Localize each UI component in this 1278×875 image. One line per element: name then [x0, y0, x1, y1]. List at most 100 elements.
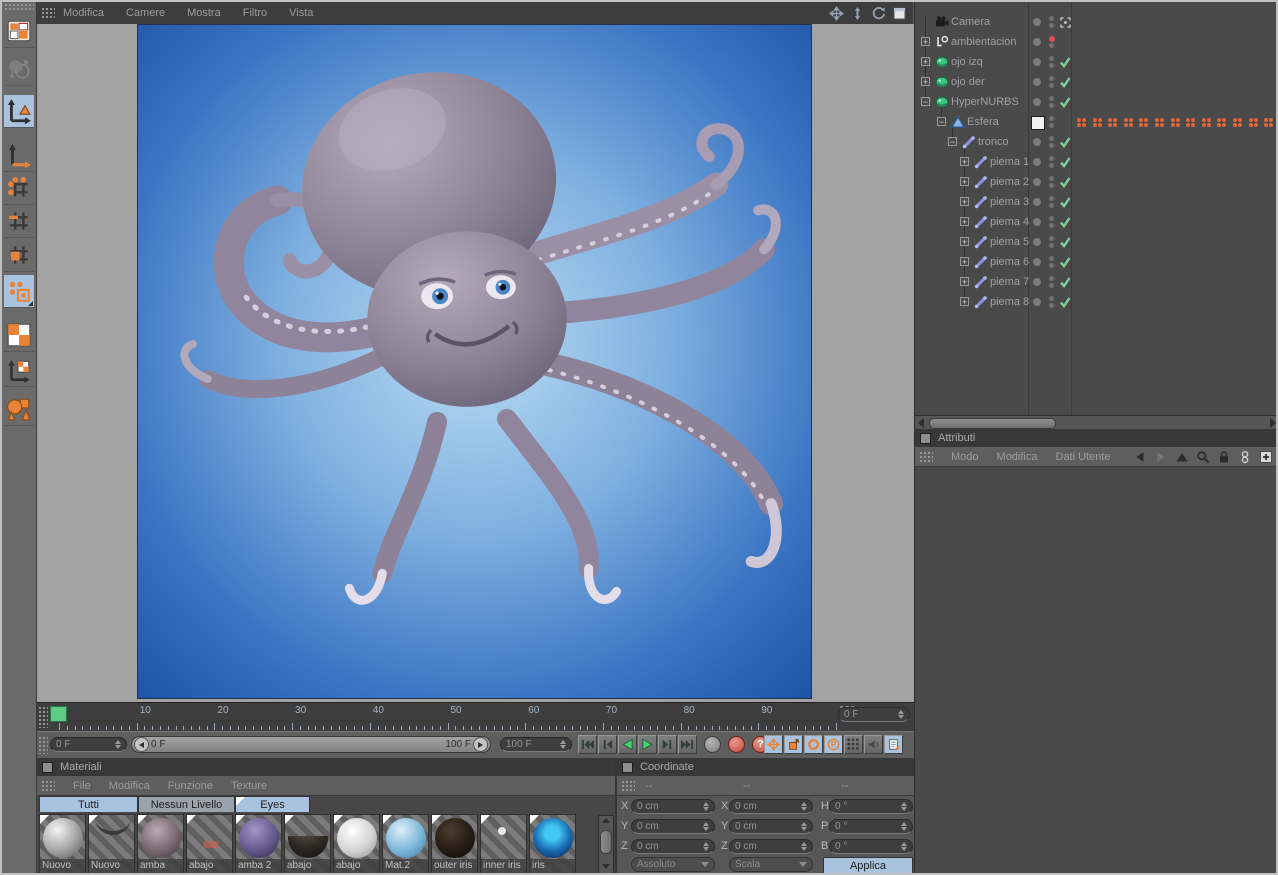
timeline-frame-field[interactable]: 0 F [838, 707, 910, 722]
object-label[interactable]: tronco [978, 136, 1009, 148]
layer-dot[interactable] [1033, 278, 1041, 286]
visibility-dot-bottom[interactable] [1049, 143, 1054, 148]
tool-use-object-axis-tool[interactable] [4, 139, 34, 172]
keyframe-dot[interactable] [1082, 118, 1086, 122]
maximize-icon[interactable] [892, 6, 907, 21]
coord-field-p2[interactable]: 0 ° [829, 819, 913, 834]
timeline-drag-handle[interactable] [38, 706, 48, 728]
visibility-dot-bottom[interactable] [1049, 183, 1054, 188]
visibility-dot-top[interactable] [1049, 196, 1054, 201]
visibility-dot-top[interactable] [1049, 16, 1054, 21]
visibility-dot-top[interactable] [1049, 136, 1054, 141]
expand-toggle[interactable]: + [921, 37, 930, 46]
keyframe-dot[interactable] [1186, 118, 1190, 122]
key-parameter-toggle[interactable]: P [824, 735, 843, 754]
keyframe-dot[interactable] [1077, 123, 1081, 127]
visibility-dot-top[interactable] [1049, 296, 1054, 301]
spinner-arrows[interactable] [801, 822, 807, 831]
keyframe-dot[interactable] [1171, 123, 1175, 127]
spinner-arrows[interactable] [801, 842, 807, 851]
enabled-check-icon[interactable] [1059, 76, 1072, 89]
coord-field-y1[interactable]: 0 cm [729, 819, 813, 834]
keyframe-dot[interactable] [1171, 118, 1175, 122]
object-label[interactable]: piema 6 [990, 256, 1029, 268]
layer-dot[interactable] [1033, 18, 1041, 26]
object-label[interactable]: ojo izq [951, 56, 983, 68]
go-end-button[interactable] [678, 735, 697, 754]
keyframe-dot[interactable] [1098, 118, 1102, 122]
expand-toggle[interactable]: + [960, 177, 969, 186]
mat-menu-texture[interactable]: Texture [231, 780, 267, 792]
object-label[interactable]: Esfera [967, 116, 999, 128]
spinner-arrows[interactable] [901, 822, 907, 831]
expand-toggle[interactable]: + [960, 257, 969, 266]
tool-use-edge-tool[interactable] [4, 205, 34, 238]
enabled-check-icon[interactable] [1059, 256, 1072, 269]
visibility-dot-bottom[interactable] [1049, 23, 1054, 28]
expand-toggle[interactable]: + [960, 197, 969, 206]
object-label[interactable]: piema 7 [990, 276, 1029, 288]
material-abajo[interactable]: abajo [186, 814, 233, 874]
apply-button[interactable]: Applica [823, 857, 913, 875]
layer-dot[interactable] [1033, 38, 1041, 46]
attr-menu-modo[interactable]: Modo [951, 451, 979, 463]
link-icon[interactable] [1238, 450, 1252, 464]
keyframe-dot[interactable] [1155, 123, 1159, 127]
tool-object-display-mode[interactable] [4, 393, 34, 426]
keyframe-dot[interactable] [1222, 123, 1226, 127]
keyframe-dot[interactable] [1113, 123, 1117, 127]
keyframe-dot[interactable] [1238, 118, 1242, 122]
layer-dot[interactable] [1033, 78, 1041, 86]
add-icon[interactable] [1259, 450, 1273, 464]
layer-dot[interactable] [1033, 98, 1041, 106]
object-label[interactable]: ojo der [951, 76, 985, 88]
coords-scale-select[interactable]: Scala [729, 857, 813, 872]
forward-icon[interactable] [1154, 450, 1168, 464]
expand-toggle[interactable]: + [960, 277, 969, 286]
visibility-dot-bottom[interactable] [1049, 283, 1054, 288]
visibility-dot-top[interactable] [1049, 276, 1054, 281]
keyframe-dot[interactable] [1160, 123, 1164, 127]
object-label[interactable]: HyperNURBS [951, 96, 1019, 108]
timeline-ruler[interactable]: 0102030405060708090100 0 F [37, 702, 914, 732]
keyframe-dot[interactable] [1254, 118, 1258, 122]
material-inner-iris[interactable]: inner iris [480, 814, 527, 874]
search-icon[interactable] [1196, 450, 1210, 464]
rotate-icon[interactable] [871, 6, 886, 21]
coord-field-h2[interactable]: 0 ° [829, 799, 913, 814]
back-icon[interactable] [1133, 450, 1147, 464]
keyframe-dot[interactable] [1202, 118, 1206, 122]
keyframe-dot[interactable] [1222, 118, 1226, 122]
material-Nuovo[interactable]: Nuovo [88, 814, 135, 874]
coord-field-z1[interactable]: 0 cm [729, 839, 813, 854]
coordinates-header[interactable]: Coordinate [617, 758, 914, 776]
prev-key-button[interactable] [598, 735, 617, 754]
attr-drag-handle[interactable] [919, 451, 933, 463]
mat-menu-modifica[interactable]: Modifica [109, 780, 150, 792]
keyframe-dot[interactable] [1264, 123, 1268, 127]
key-pla-toggle[interactable] [844, 735, 863, 754]
expand-toggle[interactable]: + [960, 237, 969, 246]
enabled-check-icon[interactable] [1059, 96, 1072, 109]
scroll-down-icon[interactable] [602, 864, 610, 874]
keyframe-dot[interactable] [1144, 118, 1148, 122]
timeline-range-slider[interactable]: 0 F 100 F [131, 736, 491, 753]
enabled-check-icon[interactable] [1059, 176, 1072, 189]
coord-field-z0[interactable]: 0 cm [631, 839, 715, 854]
object-label[interactable]: ambientacion [951, 36, 1016, 48]
visibility-dot-bottom[interactable] [1049, 203, 1054, 208]
expand-toggle[interactable]: − [937, 117, 946, 126]
key-position-toggle[interactable] [764, 735, 783, 754]
keyframe-dot[interactable] [1155, 118, 1159, 122]
tool-use-world-tool[interactable] [4, 53, 34, 86]
up-icon[interactable] [1175, 450, 1189, 464]
visibility-dot-top[interactable] [1049, 56, 1054, 61]
object-label[interactable]: piema 4 [990, 216, 1029, 228]
enabled-check-icon[interactable] [1059, 216, 1072, 229]
object-label[interactable]: piema 5 [990, 236, 1029, 248]
red-state-dot[interactable] [1049, 36, 1055, 42]
keyframe-dot[interactable] [1139, 123, 1143, 127]
mat-menu-file[interactable]: File [73, 780, 91, 792]
menu-camere[interactable]: Camere [126, 7, 165, 19]
record-keyframe-button[interactable] [704, 736, 721, 753]
